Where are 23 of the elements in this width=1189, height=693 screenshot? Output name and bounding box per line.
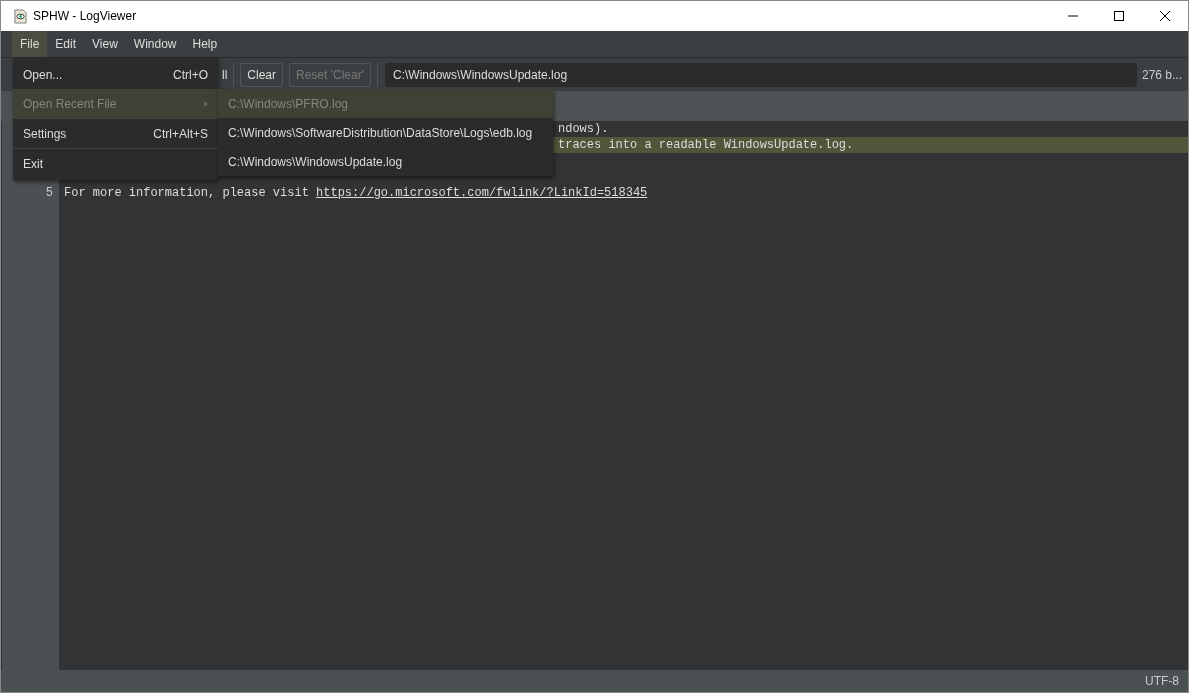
menu-entry[interactable]: Open... Ctrl+O [13, 60, 218, 89]
code-line: ndows). [558, 122, 609, 136]
menu-entry[interactable]: C:\Windows\SoftwareDistribution\DataStore\Logs\edb.log [218, 118, 553, 147]
menu-item[interactable]: Help [184, 31, 226, 57]
menu-item[interactable]: File [12, 31, 48, 57]
menu-entry[interactable]: Exit [13, 149, 218, 178]
link[interactable]: https://go.microsoft.com/fwlink/?LinkId=518345 [316, 186, 648, 200]
file-size: 276 b... [1140, 67, 1183, 82]
app-icon [14, 8, 27, 24]
menu-entry[interactable]: Settings Ctrl+Alt+S [13, 119, 218, 148]
line-number: 5 [45, 186, 53, 200]
menu-item[interactable]: View [84, 31, 126, 57]
encoding-label: UTF-8 [1145, 674, 1179, 688]
code-line: For more information, please visit [64, 186, 310, 200]
path-field[interactable]: C:\Windows\WindowsUpdate.log [385, 62, 1137, 87]
code-line: traces into a readable WindowsUpdate.log. [558, 138, 854, 152]
menu-item[interactable]: Edit [47, 31, 85, 57]
toolbar-button[interactable]: ll [216, 62, 228, 87]
menu-entry[interactable]: C:\Windows\WindowsUpdate.log [218, 147, 553, 176]
window-title: SPHW - LogViewer [33, 9, 137, 23]
menu-item[interactable]: Window [125, 31, 185, 57]
toolbar-button[interactable]: Clear [240, 62, 284, 87]
submenu-arrow-icon [204, 100, 208, 107]
